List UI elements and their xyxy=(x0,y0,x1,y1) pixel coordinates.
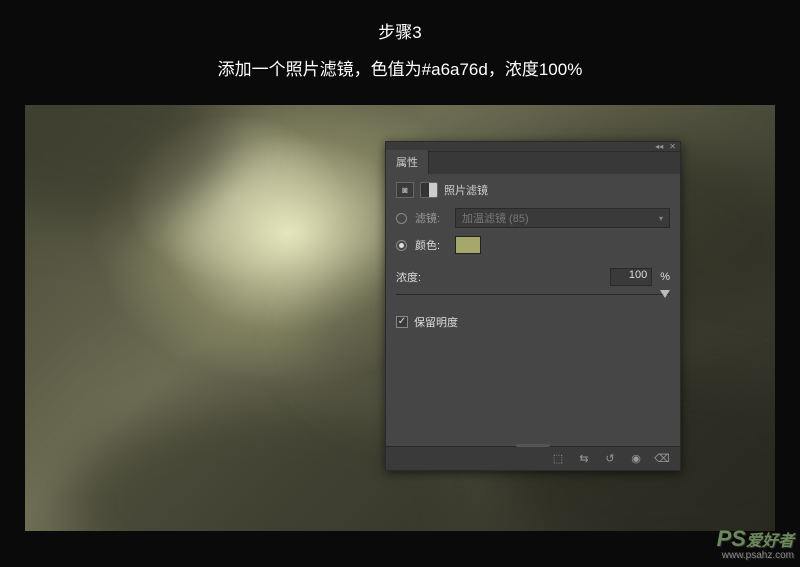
reset-icon[interactable]: ↺ xyxy=(598,450,622,468)
adjustment-name: 照片滤镜 xyxy=(444,182,488,198)
panel-controls: ◂◂ ✕ xyxy=(386,142,680,152)
slider-track xyxy=(396,294,670,295)
tutorial-header: 步骤3 添加一个照片滤镜，色值为#a6a76d，浓度100% xyxy=(0,0,800,80)
filter-label: 滤镜: xyxy=(415,210,447,226)
cloud-shape xyxy=(25,105,235,225)
color-radio[interactable] xyxy=(396,240,407,251)
step-title: 步骤3 xyxy=(0,18,800,43)
panel-footer: ⬚ ⇆ ↺ ◉ ⌫ xyxy=(386,446,680,470)
density-label: 浓度: xyxy=(396,269,428,285)
slider-thumb[interactable] xyxy=(660,290,670,298)
density-row: 浓度: 100 % xyxy=(396,268,670,286)
photoshop-canvas[interactable]: ◂◂ ✕ 属性 ◙ 照片滤镜 滤镜: 加温滤镜 (85) ▾ 颜色: xyxy=(25,105,775,531)
step-description: 添加一个照片滤镜，色值为#a6a76d，浓度100% xyxy=(0,55,800,80)
watermark-brand-ps: PS xyxy=(717,526,746,551)
density-input[interactable]: 100 xyxy=(610,268,652,286)
panel-tabbar: 属性 xyxy=(386,152,680,174)
density-unit: % xyxy=(660,271,670,283)
panel-grip[interactable] xyxy=(516,444,550,447)
watermark-url: www.psahz.com xyxy=(717,550,794,561)
view-previous-icon[interactable]: ⇆ xyxy=(572,450,596,468)
properties-panel: ◂◂ ✕ 属性 ◙ 照片滤镜 滤镜: 加温滤镜 (85) ▾ 颜色: xyxy=(385,141,681,471)
preserve-luminosity-checkbox[interactable]: ✓ xyxy=(396,316,408,328)
density-slider[interactable] xyxy=(396,290,670,300)
color-label: 颜色: xyxy=(415,237,447,253)
preserve-luminosity-label: 保留明度 xyxy=(414,314,458,330)
filter-dropdown-value: 加温滤镜 (85) xyxy=(462,210,529,226)
close-icon[interactable]: ✕ xyxy=(669,143,676,151)
adjustment-header: ◙ 照片滤镜 xyxy=(396,182,670,198)
chevron-down-icon: ▾ xyxy=(659,214,663,223)
clip-to-layer-icon[interactable]: ⬚ xyxy=(546,450,570,468)
filter-option-row: 滤镜: 加温滤镜 (85) ▾ xyxy=(396,208,670,228)
collapse-icon[interactable]: ◂◂ xyxy=(655,143,663,151)
watermark: PS爱好者 www.psahz.com xyxy=(717,526,794,561)
panel-body: ◙ 照片滤镜 滤镜: 加温滤镜 (85) ▾ 颜色: 浓度: 100 xyxy=(386,174,680,334)
delete-icon[interactable]: ⌫ xyxy=(650,450,674,468)
filter-radio[interactable] xyxy=(396,213,407,224)
photo-filter-icon[interactable]: ◙ xyxy=(396,182,414,198)
mask-icon[interactable] xyxy=(420,182,438,198)
watermark-brand-cn: 爱好者 xyxy=(746,533,794,550)
color-option-row: 颜色: xyxy=(396,236,670,254)
color-swatch[interactable] xyxy=(455,236,481,254)
filter-dropdown[interactable]: 加温滤镜 (85) ▾ xyxy=(455,208,670,228)
preserve-luminosity-row: ✓ 保留明度 xyxy=(396,314,670,330)
tab-properties[interactable]: 属性 xyxy=(386,150,429,174)
visibility-icon[interactable]: ◉ xyxy=(624,450,648,468)
